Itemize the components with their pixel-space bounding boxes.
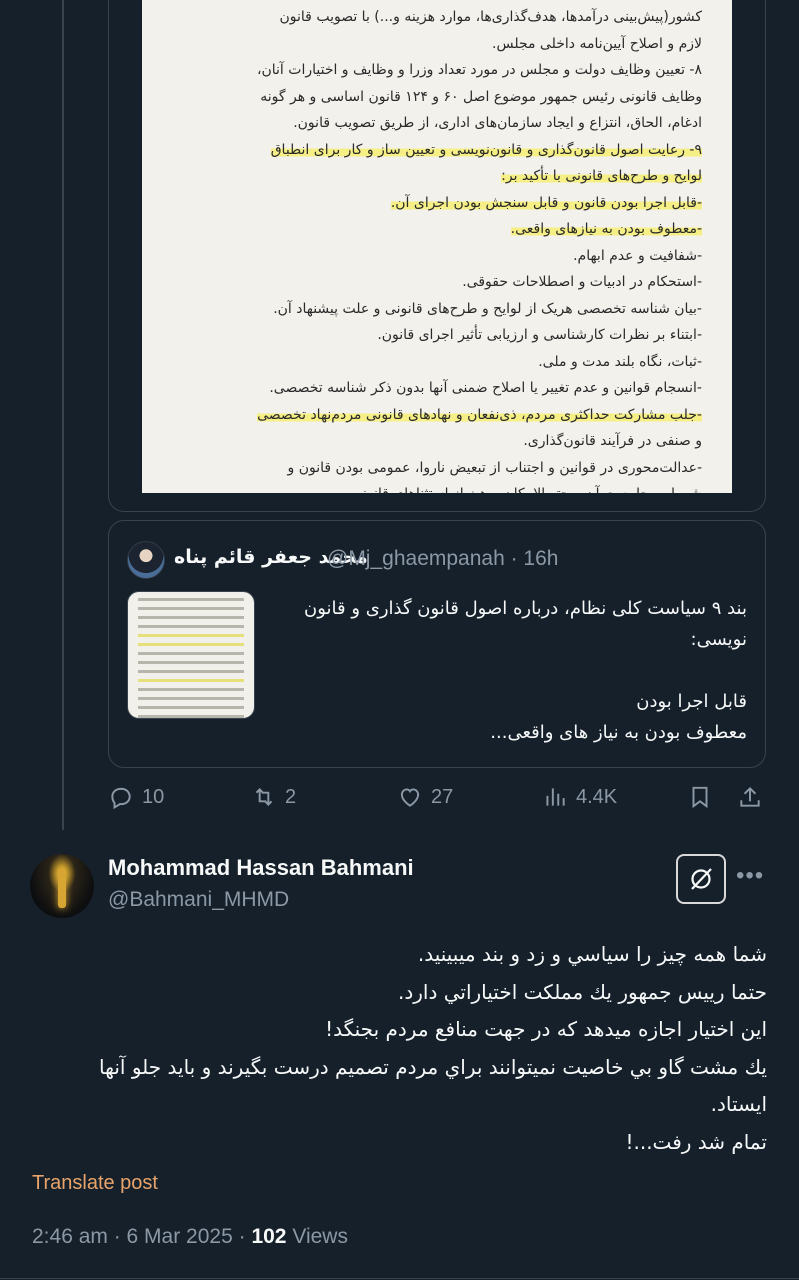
views-label: Views xyxy=(286,1225,348,1248)
document-line: کشور(پیش‌بینی درآمدها، هدف‌گذاری‌ها، موا… xyxy=(279,9,703,25)
share-button[interactable] xyxy=(737,784,763,810)
document-line: -شفافیت و عدم ابهام. xyxy=(573,247,702,264)
author-handle[interactable]: @Bahmani_MHMD xyxy=(108,888,289,912)
post-metadata: 2:46 am · 6 Mar 2025 · 102 Views xyxy=(32,1225,348,1249)
document-line: وظایف قانونی رئیس جمهور موضوع اصل ۶۰ و ۱… xyxy=(260,88,702,105)
repost-button[interactable]: 2 xyxy=(251,784,296,810)
document-line: ۹- رعایت اصول قانون‌گذاری و قانون‌نویسی … xyxy=(270,141,702,158)
document-line: -استحکام در ادبیات و اصطلاحات حقوقی. xyxy=(462,274,702,290)
document-line: -عدالت‌محوری در قوانین و اجتناب از تبعیض… xyxy=(287,459,703,476)
document-line: -جلب مشارکت حداکثری مردم، ذی‌نفعان و نها… xyxy=(257,406,702,423)
post-text-line: حتما رييس جمهور يك مملكت اختياراتي دارد. xyxy=(397,979,767,1004)
document-line: ۸- تعیین وظایف دولت و مجلس در مورد تعداد… xyxy=(256,62,702,78)
document-line: -معطوف بودن به نیازهای واقعی. xyxy=(510,221,702,237)
post-text-line: اين اختيار اجازه ميدهد كه در جهت منافع م… xyxy=(325,1017,767,1041)
author-name[interactable]: Mohammad Hassan Bahmani xyxy=(108,855,414,881)
quoted-post-thumbnail[interactable] xyxy=(127,591,255,719)
document-image[interactable]: کشور(پیش‌بینی درآمدها، هدف‌گذاری‌ها، موا… xyxy=(142,0,732,493)
document-line: ادغام، الحاق، انتزاع و ایجاد سازمان‌های … xyxy=(293,115,702,131)
bookmark-button[interactable] xyxy=(687,784,713,810)
author-avatar[interactable] xyxy=(30,854,94,918)
repost-icon xyxy=(255,788,273,806)
quoted-post-text: بند ۹ سیاست کلی نظام، درباره اصول قانون … xyxy=(303,598,747,743)
document-line: لازم و اصلاح آیین‌نامه داخلی مجلس. xyxy=(492,35,702,52)
share-icon xyxy=(740,786,760,807)
quoted-author-avatar[interactable] xyxy=(127,541,165,579)
document-line: -ثبات، نگاه بلند مدت و ملی. xyxy=(538,353,702,370)
more-icon: ••• xyxy=(736,862,765,889)
reply-count: 10 xyxy=(142,785,165,808)
translate-post-link[interactable]: Translate post xyxy=(32,1172,158,1195)
repost-count: 2 xyxy=(285,785,297,808)
views-total: 102 xyxy=(251,1225,287,1248)
document-line: شمول و جامعیت آن و حتی‌الامکان پرهیز از … xyxy=(172,481,702,493)
bookmark-icon xyxy=(692,786,708,809)
divider xyxy=(0,1278,799,1279)
quoted-post[interactable]: محمد جعفر قائم پناه @Mj_ghaempanah · 16h… xyxy=(108,520,766,768)
post-timestamp[interactable]: 2:46 am · 6 Mar 2025 · xyxy=(32,1225,251,1248)
quoted-author-handle-time: @Mj_ghaempanah · 16h xyxy=(327,547,559,570)
document-line: و صنفی در فرآیند قانون‌گذاری. xyxy=(523,433,702,449)
analytics-icon xyxy=(546,788,565,806)
views-count: 4.4K xyxy=(576,785,618,808)
like-count: 27 xyxy=(431,785,454,808)
post-action-bar: 10 2 27 4.4K xyxy=(108,784,768,820)
post-text-line: تمام شد رفت...! xyxy=(625,1129,767,1154)
reply-button[interactable]: 10 xyxy=(108,784,164,810)
document-line: -بیان شناسه تخصصی هریک از لوایح و طرح‌ها… xyxy=(273,300,702,317)
grok-button[interactable] xyxy=(676,854,726,904)
post-body-text: شما همه چيز را سياسي و زد و بند ميبينيد.… xyxy=(67,936,767,1161)
post-text-line: شما همه چيز را سياسي و زد و بند ميبينيد. xyxy=(417,942,767,966)
post-text-line: يك مشت گاو بي خاصيت نميتوانند براي مردم … xyxy=(99,1054,767,1117)
reply-icon xyxy=(111,787,131,810)
views-button[interactable]: 4.4K xyxy=(542,784,617,810)
document-line: -ابتناء بر نظرات کارشناسی و ارزیابی تأثی… xyxy=(377,327,702,343)
media-card[interactable]: کشور(پیش‌بینی درآمدها، هدف‌گذاری‌ها، موا… xyxy=(108,0,766,512)
document-line: -قابل اجرا بودن قانون و قابل سنجش بودن ا… xyxy=(390,194,702,211)
document-line: لوایح و طرح‌های قانونی با تأکید بر: xyxy=(501,168,702,184)
grok-icon xyxy=(691,868,712,890)
more-button[interactable]: ••• xyxy=(736,862,764,890)
thread-connector-line xyxy=(62,0,64,830)
document-line: -انسجام قوانین و عدم تغییر یا اصلاح ضمنی… xyxy=(269,380,702,396)
heart-icon xyxy=(400,788,420,807)
like-button[interactable]: 27 xyxy=(397,784,453,810)
